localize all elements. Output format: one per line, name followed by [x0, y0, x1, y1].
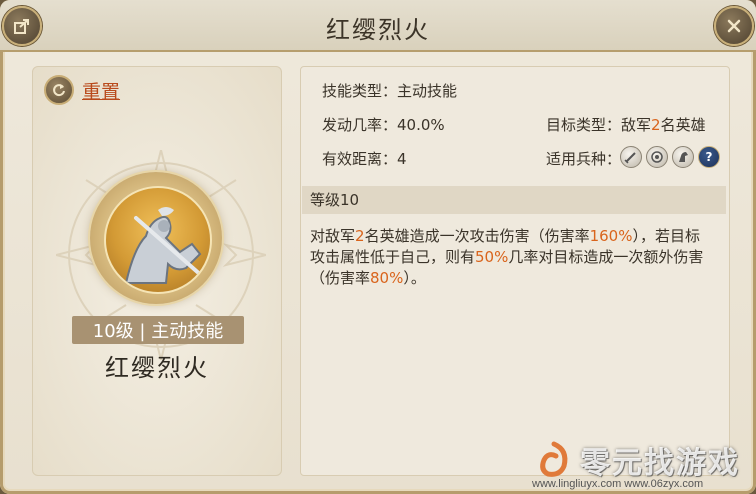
share-icon [14, 19, 29, 34]
troop-type-icons: ? [620, 146, 720, 168]
target-count: 2 [651, 116, 661, 134]
sword-icon[interactable] [620, 146, 642, 168]
title-bar: 红缨烈火 [0, 0, 756, 52]
bow-icon[interactable] [646, 146, 668, 168]
skill-name: 红缨烈火 [105, 354, 209, 382]
close-button[interactable] [714, 6, 754, 46]
watermark-logo-icon [540, 441, 568, 477]
watermark-url: www.lingliuyx.com www.06zyx.com [532, 478, 704, 490]
level-header: 等级10 [302, 186, 726, 214]
share-button[interactable] [2, 6, 42, 46]
reset-button[interactable]: 重置 [44, 75, 121, 105]
question-icon[interactable]: ? [698, 146, 720, 168]
horse-icon[interactable] [672, 146, 694, 168]
level-badge: 10级 | 主动技能 [72, 316, 244, 344]
troop-type-label: 适用兵种： [546, 150, 622, 168]
close-icon [727, 19, 741, 33]
skill-description: 对敌军2名英雄造成一次攻击伤害（伤害率160%），若目标攻击属性低于自己，则有5… [310, 227, 704, 287]
watermark: 零元找游戏 www.lingliuyx.com www.06zyx.com [528, 436, 754, 492]
range-text: 有效距离：4 [322, 150, 407, 168]
skill-portrait [90, 172, 222, 304]
target-type-text: 目标类型：敌军2名英雄 [546, 116, 706, 134]
reset-label: 重置 [82, 80, 121, 103]
skill-type-text: 技能类型：主动技能 [322, 82, 458, 100]
dialog-title: 红缨烈火 [326, 16, 430, 44]
reset-icon [44, 75, 74, 105]
watermark-text: 零元找游戏 [580, 446, 740, 481]
trigger-rate-text: 发动几率：40.0% [322, 116, 445, 134]
warrior-icon [124, 207, 204, 284]
